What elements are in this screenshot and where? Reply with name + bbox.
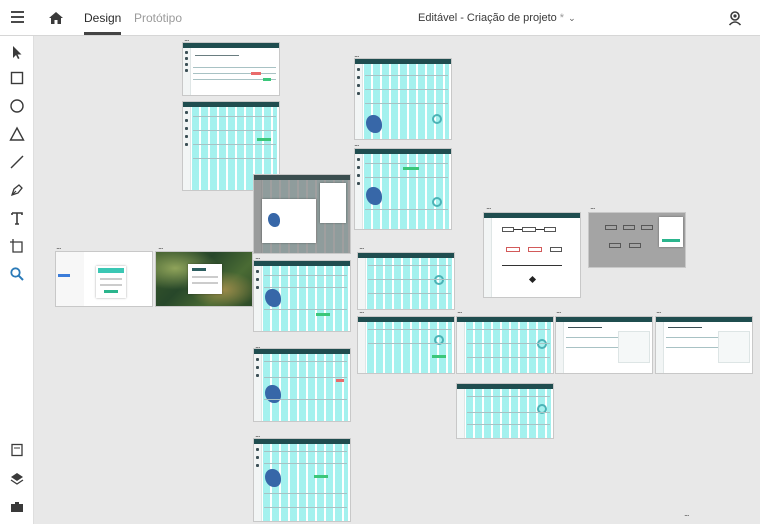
artboard-label[interactable]: ... [255, 430, 260, 439]
magnifier-icon[interactable] [9, 266, 25, 282]
artboard-icon[interactable] [9, 238, 25, 254]
artboard-label[interactable]: ... [255, 252, 260, 261]
artboard-label[interactable]: ... [486, 202, 491, 211]
chevron-down-icon[interactable]: ⌄ [568, 13, 576, 23]
line-icon[interactable] [9, 154, 25, 170]
artboard-label[interactable]: ... [184, 36, 189, 43]
artboard-label[interactable]: ... [656, 306, 661, 315]
artboard-thumbnail[interactable] [56, 252, 152, 306]
text-icon[interactable] [9, 210, 25, 226]
artboard-thumbnail[interactable] [254, 439, 350, 521]
triangle-icon[interactable] [9, 126, 25, 142]
artboard-thumbnail[interactable] [355, 149, 451, 229]
circle-icon[interactable] [9, 98, 25, 114]
artboard-thumbnail[interactable] [457, 384, 553, 438]
artboard-label[interactable]: ... [457, 306, 462, 315]
layers-icon[interactable] [9, 470, 25, 486]
artboard-thumbnail[interactable] [358, 253, 454, 309]
pen-icon[interactable] [9, 182, 25, 198]
artboard-label[interactable]: ... [590, 202, 595, 211]
artboard-thumbnail[interactable] [457, 317, 553, 373]
tab-prototype[interactable]: Protótipo [134, 11, 182, 25]
artboard-label[interactable]: ... [56, 242, 61, 251]
document-icon[interactable] [9, 442, 25, 458]
tools-sidebar [0, 36, 34, 524]
artboard-thumbnail[interactable] [254, 261, 350, 331]
artboard-thumbnail[interactable] [254, 175, 350, 253]
hamburger-menu-icon[interactable] [11, 11, 24, 23]
unsaved-marker: * [559, 12, 565, 24]
artboard-thumbnail[interactable] [656, 317, 752, 373]
document-title-text: Editável - Criação de projeto [418, 12, 557, 24]
artboard-label[interactable]: ... [556, 306, 561, 315]
artboard-thumbnail[interactable] [589, 213, 685, 267]
home-icon[interactable] [48, 10, 64, 26]
artboard-label[interactable]: ... [359, 242, 364, 251]
rectangle-icon[interactable] [9, 70, 25, 86]
user-account-icon[interactable] [727, 10, 743, 26]
artboard-thumbnail[interactable] [183, 43, 279, 95]
artboard-label[interactable]: ... [684, 508, 689, 518]
artboard-label[interactable]: ... [354, 139, 359, 148]
arrow-pointer-icon[interactable] [9, 44, 25, 60]
artboard-thumbnail[interactable] [254, 349, 350, 421]
artboard-thumbnail[interactable] [358, 317, 454, 373]
plugins-icon[interactable] [9, 498, 25, 514]
artboard-label[interactable]: ... [354, 50, 359, 59]
artboard-thumbnail[interactable] [556, 317, 652, 373]
active-tab-indicator [84, 32, 121, 35]
artboard-thumbnail[interactable] [484, 213, 580, 297]
tab-design[interactable]: Design [84, 11, 121, 25]
artboard-thumbnail[interactable] [156, 252, 252, 306]
top-bar: Design Protótipo Editável - Criação de p… [0, 0, 760, 36]
document-title[interactable]: Editável - Criação de projeto * ⌄ [418, 12, 576, 24]
artboard-thumbnail[interactable] [355, 59, 451, 139]
artboard-label[interactable]: ... [255, 341, 260, 350]
design-canvas[interactable]: ... ... ... ... ... ... ... ... ... ... … [34, 36, 760, 524]
artboard-label[interactable]: ... [158, 242, 163, 251]
